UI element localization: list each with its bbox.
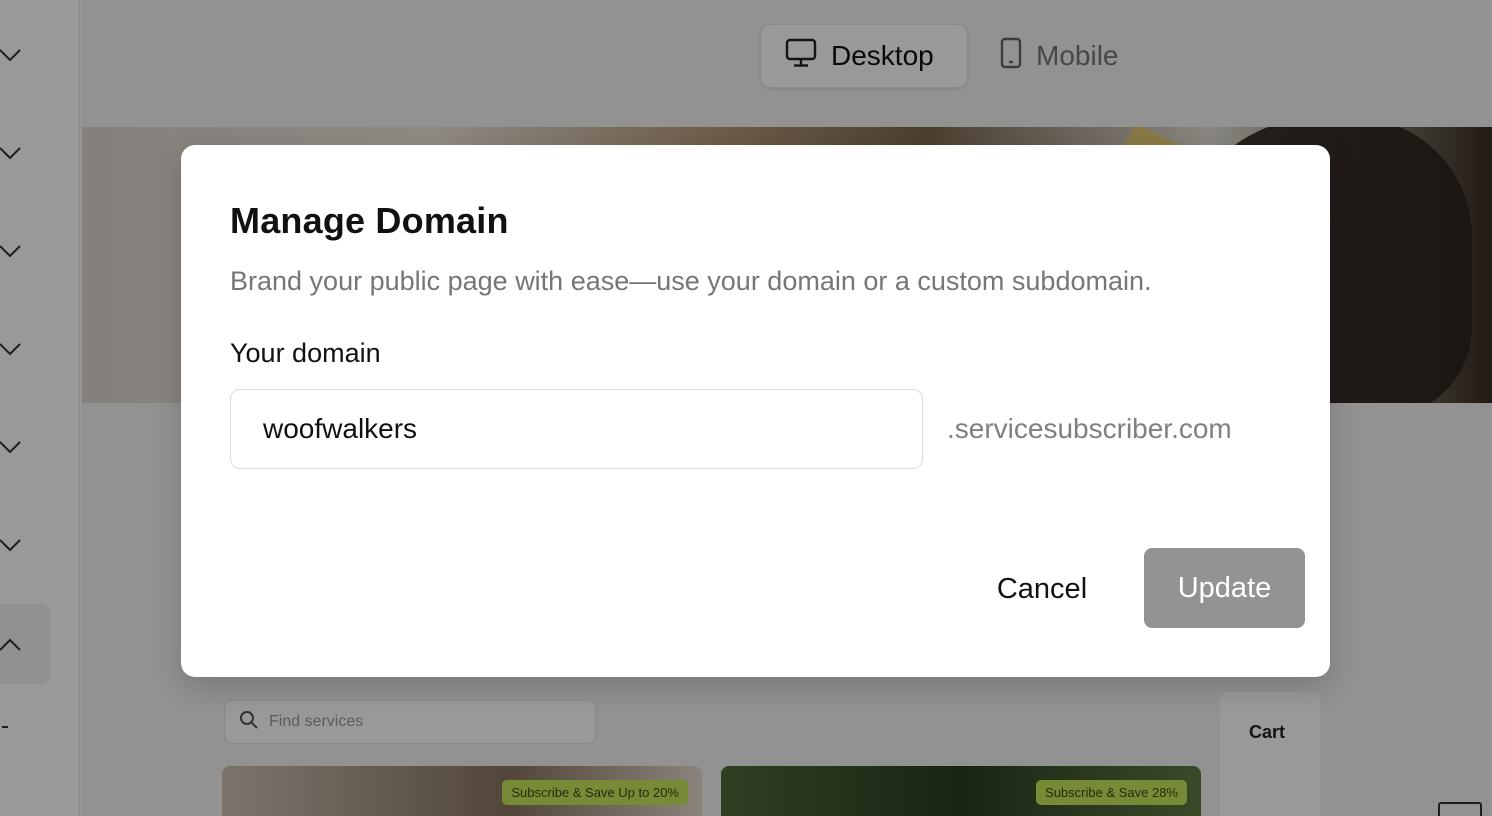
domain-input[interactable]	[230, 389, 923, 469]
manage-domain-dialog: Manage Domain Brand your public page wit…	[181, 145, 1330, 677]
update-button[interactable]: Update	[1144, 548, 1305, 628]
cancel-button[interactable]: Cancel	[972, 549, 1112, 629]
dialog-title: Manage Domain	[230, 200, 509, 241]
domain-field-label: Your domain	[230, 338, 381, 368]
domain-suffix: .servicesubscriber.com	[947, 413, 1232, 444]
dialog-description: Brand your public page with ease—use you…	[230, 266, 1152, 296]
